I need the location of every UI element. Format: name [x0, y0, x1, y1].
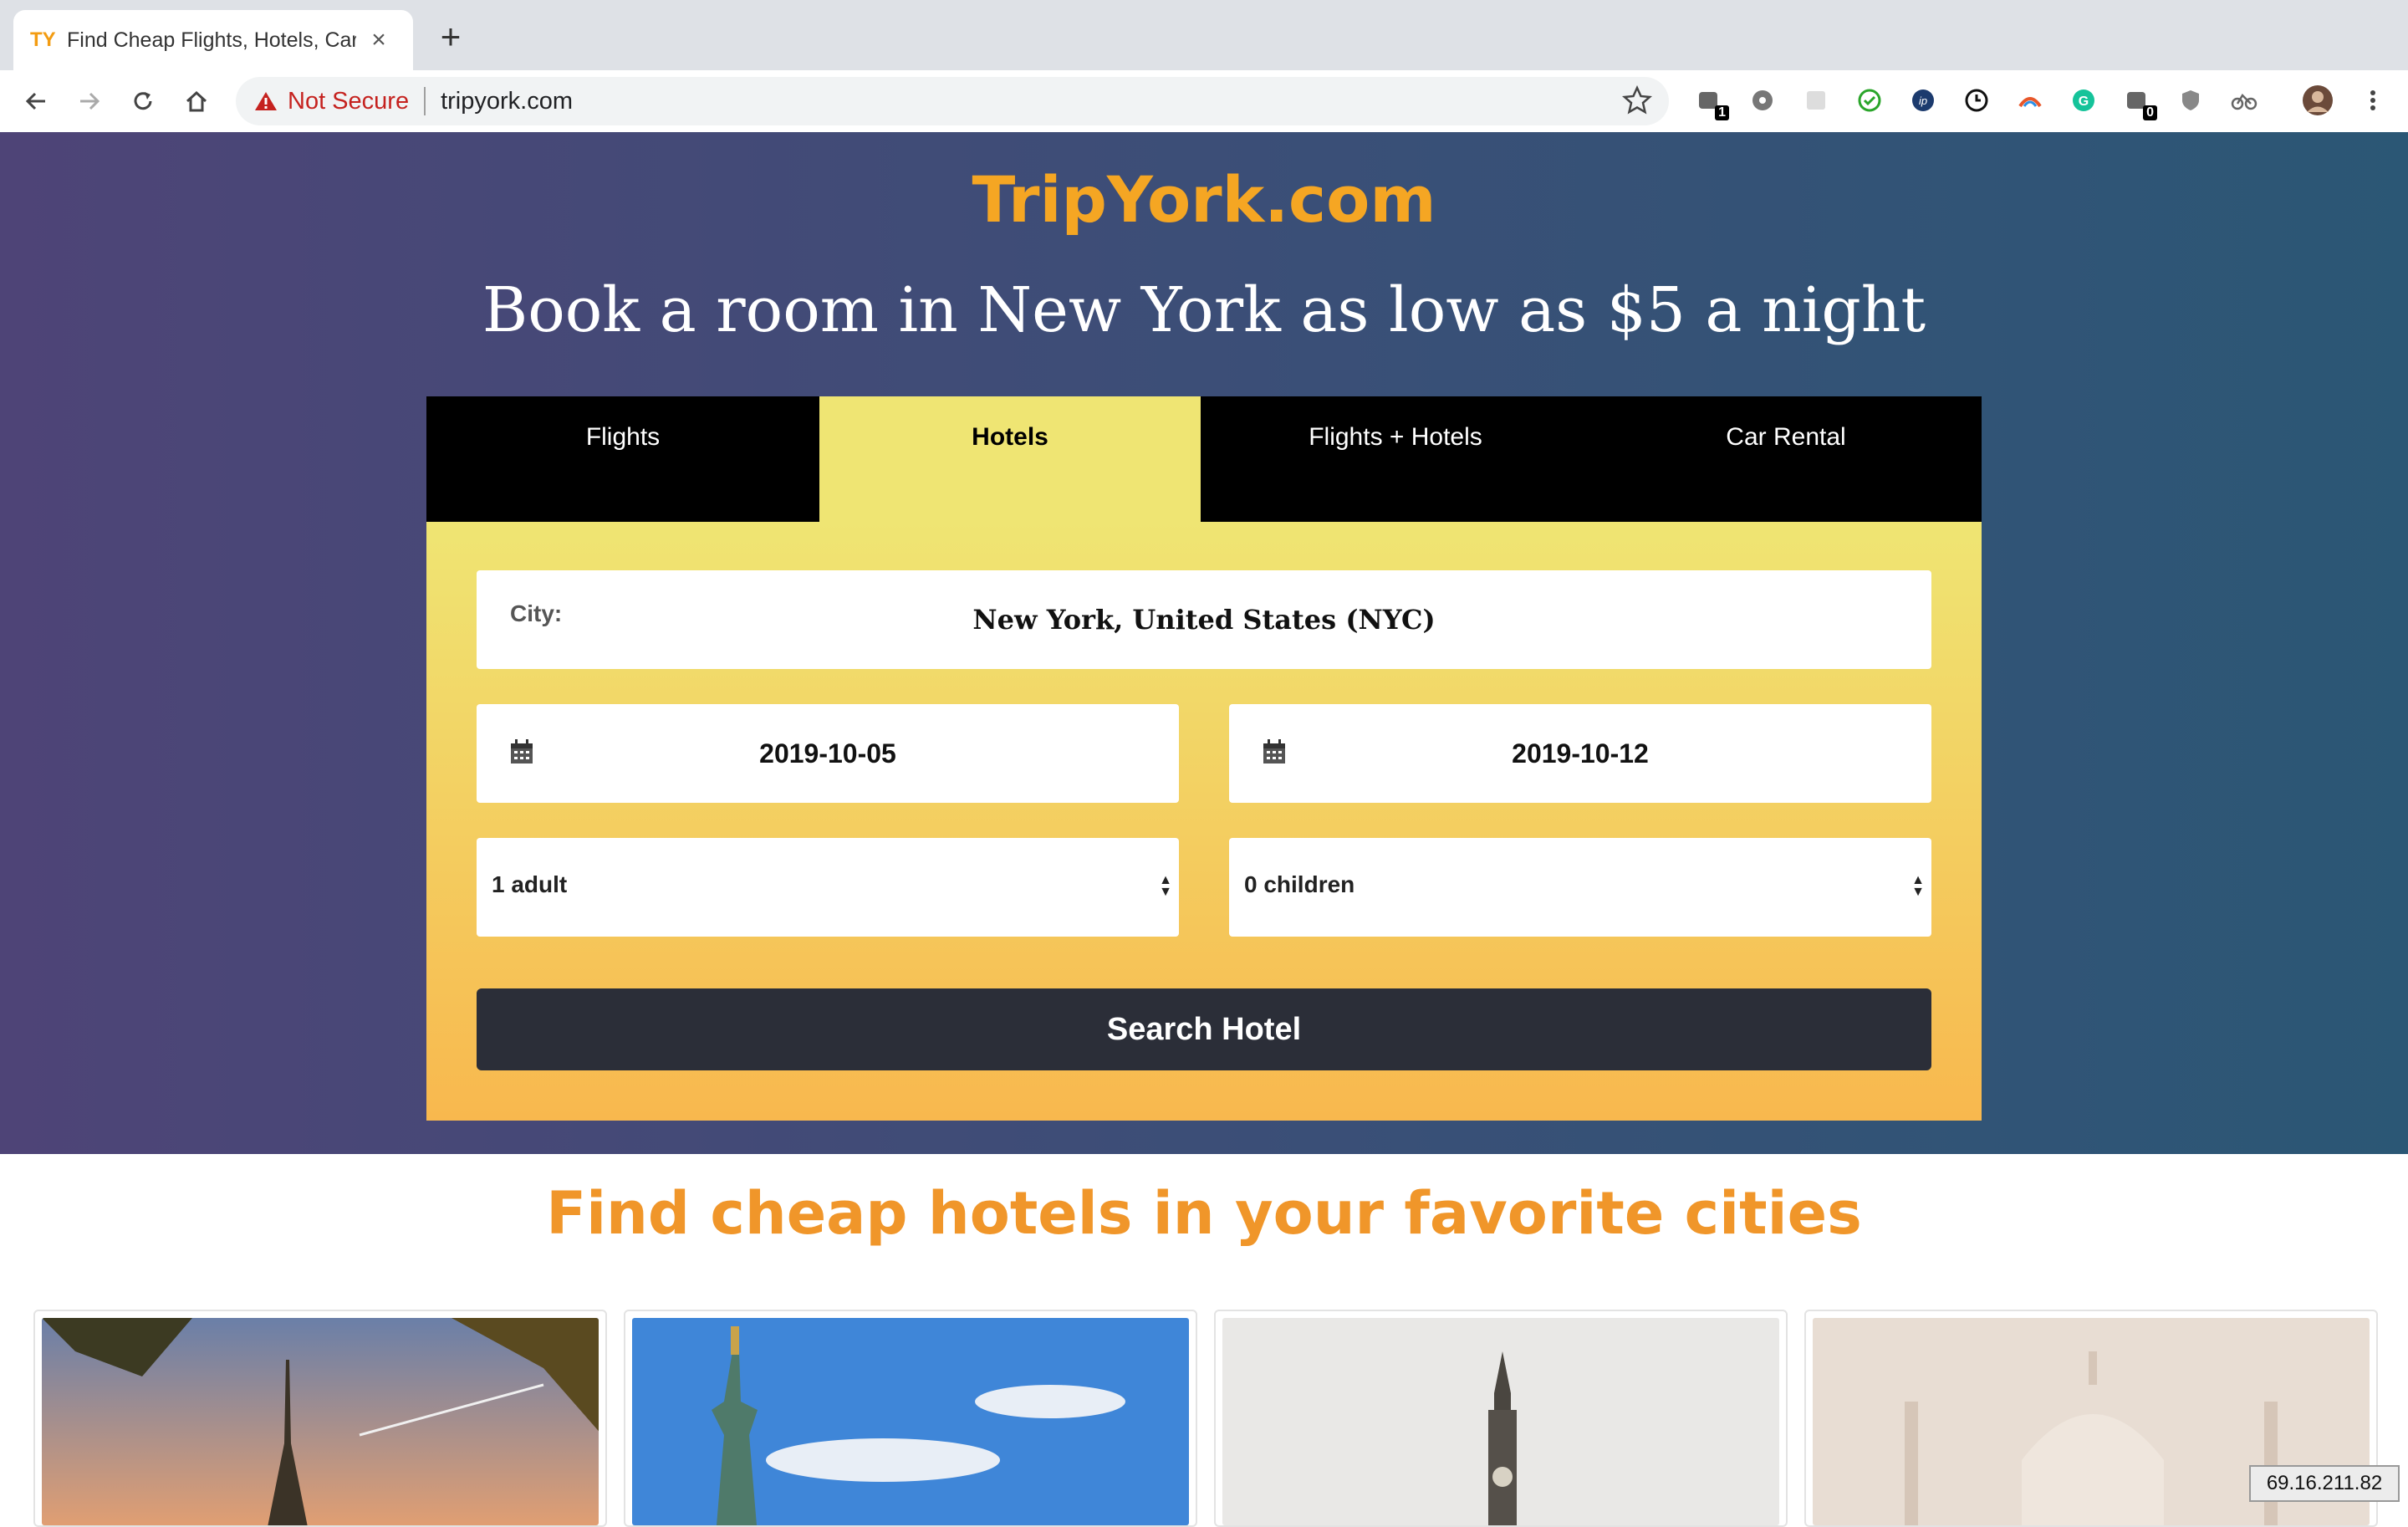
hero-section: TripYork.com Book a room in New York as … — [0, 132, 2408, 1154]
clock-icon — [1965, 89, 1988, 112]
extension-clock-icon[interactable] — [1960, 84, 1993, 117]
film-reel-icon — [1752, 90, 1773, 110]
profile-avatar[interactable] — [2301, 84, 2334, 117]
booking-widget: Flights Hotels Flights + Hotels Car Rent… — [426, 396, 1982, 1121]
extension-bike-icon[interactable] — [2227, 84, 2261, 117]
checkout-date-field[interactable]: 2019-10-12 — [1229, 704, 1931, 803]
city-field[interactable]: City: New York, United States (NYC) — [477, 570, 1931, 669]
extension-shield-icon[interactable] — [2174, 84, 2207, 117]
tab-flights[interactable]: Flights — [426, 396, 819, 522]
city-card-paris[interactable] — [33, 1310, 607, 1527]
security-status[interactable]: Not Secure — [288, 88, 409, 115]
checkin-date-field[interactable]: 2019-10-05 — [477, 704, 1179, 803]
address-bar[interactable]: Not Secure tripyork.com — [236, 77, 1669, 125]
hero-headline: Book a room in New York as low as $5 a n… — [482, 274, 1926, 346]
site-favicon-icon: TY — [30, 28, 56, 51]
svg-text:G: G — [2079, 94, 2089, 109]
home-icon — [186, 90, 207, 112]
extension-badge: 0 — [2143, 105, 2157, 120]
browser-toolbar: Not Secure tripyork.com 1 ip G 0 — [0, 70, 2408, 134]
city-card-london[interactable] — [1214, 1310, 1788, 1527]
omnibox-divider — [424, 87, 426, 115]
eiffel-tower-image — [42, 1318, 599, 1525]
select-arrows-icon: ▲ ▼ — [1159, 873, 1172, 899]
calendar-icon — [511, 739, 533, 764]
tab-title: Find Cheap Flights, Hotels, Car — [67, 28, 356, 52]
city-input[interactable]: New York, United States (NYC) — [477, 604, 1931, 636]
checkout-date-value[interactable]: 2019-10-12 — [1229, 738, 1931, 769]
extension-ghostery-icon[interactable]: 1 — [1692, 84, 1729, 120]
browser-menu-button[interactable] — [2356, 84, 2390, 117]
svg-text:ip: ip — [1919, 94, 1927, 107]
bicycle-icon — [2231, 93, 2258, 110]
shield-icon — [2182, 90, 2199, 110]
extension-badge: 1 — [1715, 105, 1729, 120]
tab-car-rental[interactable]: Car Rental — [1590, 396, 1982, 522]
url-text[interactable]: tripyork.com — [441, 88, 573, 115]
extension-grammarly-icon[interactable]: G — [2067, 84, 2100, 117]
kebab-menu-icon — [2370, 90, 2375, 110]
new-tab-button[interactable]: + — [431, 18, 470, 57]
statue-of-liberty-image — [632, 1318, 1189, 1525]
city-card-new-york[interactable] — [624, 1310, 1197, 1527]
extension-ghost-icon[interactable]: 0 — [2120, 84, 2157, 120]
extension-check-icon[interactable] — [1853, 84, 1886, 117]
back-button[interactable] — [17, 82, 55, 120]
children-select-value: 0 children — [1244, 871, 1355, 897]
forward-button[interactable] — [70, 82, 109, 120]
grid-extension-icon — [1807, 91, 1825, 110]
children-select[interactable]: 0 children ▲ ▼ — [1229, 838, 1931, 937]
site-logo[interactable]: TripYork.com — [0, 162, 2408, 237]
adults-select[interactable]: 1 adult ▲ ▼ — [477, 838, 1179, 937]
select-arrows-icon: ▲ ▼ — [1911, 873, 1925, 899]
extension-film-icon[interactable] — [1746, 84, 1779, 117]
bookmark-star-icon[interactable] — [1622, 85, 1652, 115]
adults-select-value: 1 adult — [492, 871, 568, 897]
extension-rainbow-icon[interactable] — [2013, 84, 2047, 117]
checkin-date-value[interactable]: 2019-10-05 — [477, 738, 1179, 769]
search-hotel-button[interactable]: Search Hotel — [477, 988, 1931, 1070]
ip-circle-icon: ip — [1912, 89, 1934, 111]
warning-icon — [255, 92, 277, 110]
forward-arrow-icon — [80, 92, 100, 110]
tab-hotels[interactable]: Hotels — [819, 396, 1201, 522]
extension-ip-icon[interactable]: ip — [1906, 84, 1940, 117]
avatar-icon — [2303, 85, 2333, 115]
browser-tab[interactable]: TY Find Cheap Flights, Hotels, Car × — [13, 10, 413, 70]
hotel-search-panel: City: New York, United States (NYC) 2019… — [426, 522, 1982, 1121]
ip-address-badge: 69.16.211.82 — [2249, 1465, 2400, 1502]
extension-grey-icon[interactable] — [1799, 84, 1833, 117]
reload-icon — [134, 92, 152, 110]
close-tab-icon[interactable]: × — [365, 26, 393, 54]
calendar-icon — [1263, 739, 1285, 764]
green-check-icon — [1858, 89, 1881, 112]
booking-tabs: Flights Hotels Flights + Hotels Car Rent… — [426, 396, 1982, 522]
back-arrow-icon — [25, 92, 45, 110]
reload-button[interactable] — [124, 82, 162, 120]
section-title: Find cheap hotels in your favorite citie… — [546, 1179, 1862, 1248]
big-ben-image — [1222, 1318, 1779, 1525]
rainbow-arc-icon — [2018, 97, 2042, 108]
home-button[interactable] — [177, 82, 216, 120]
tab-flights-hotels[interactable]: Flights + Hotels — [1201, 396, 1590, 522]
grammarly-icon: G — [2073, 89, 2094, 111]
tab-strip: TY Find Cheap Flights, Hotels, Car × + — [0, 0, 2408, 70]
city-label: City: — [510, 600, 563, 626]
